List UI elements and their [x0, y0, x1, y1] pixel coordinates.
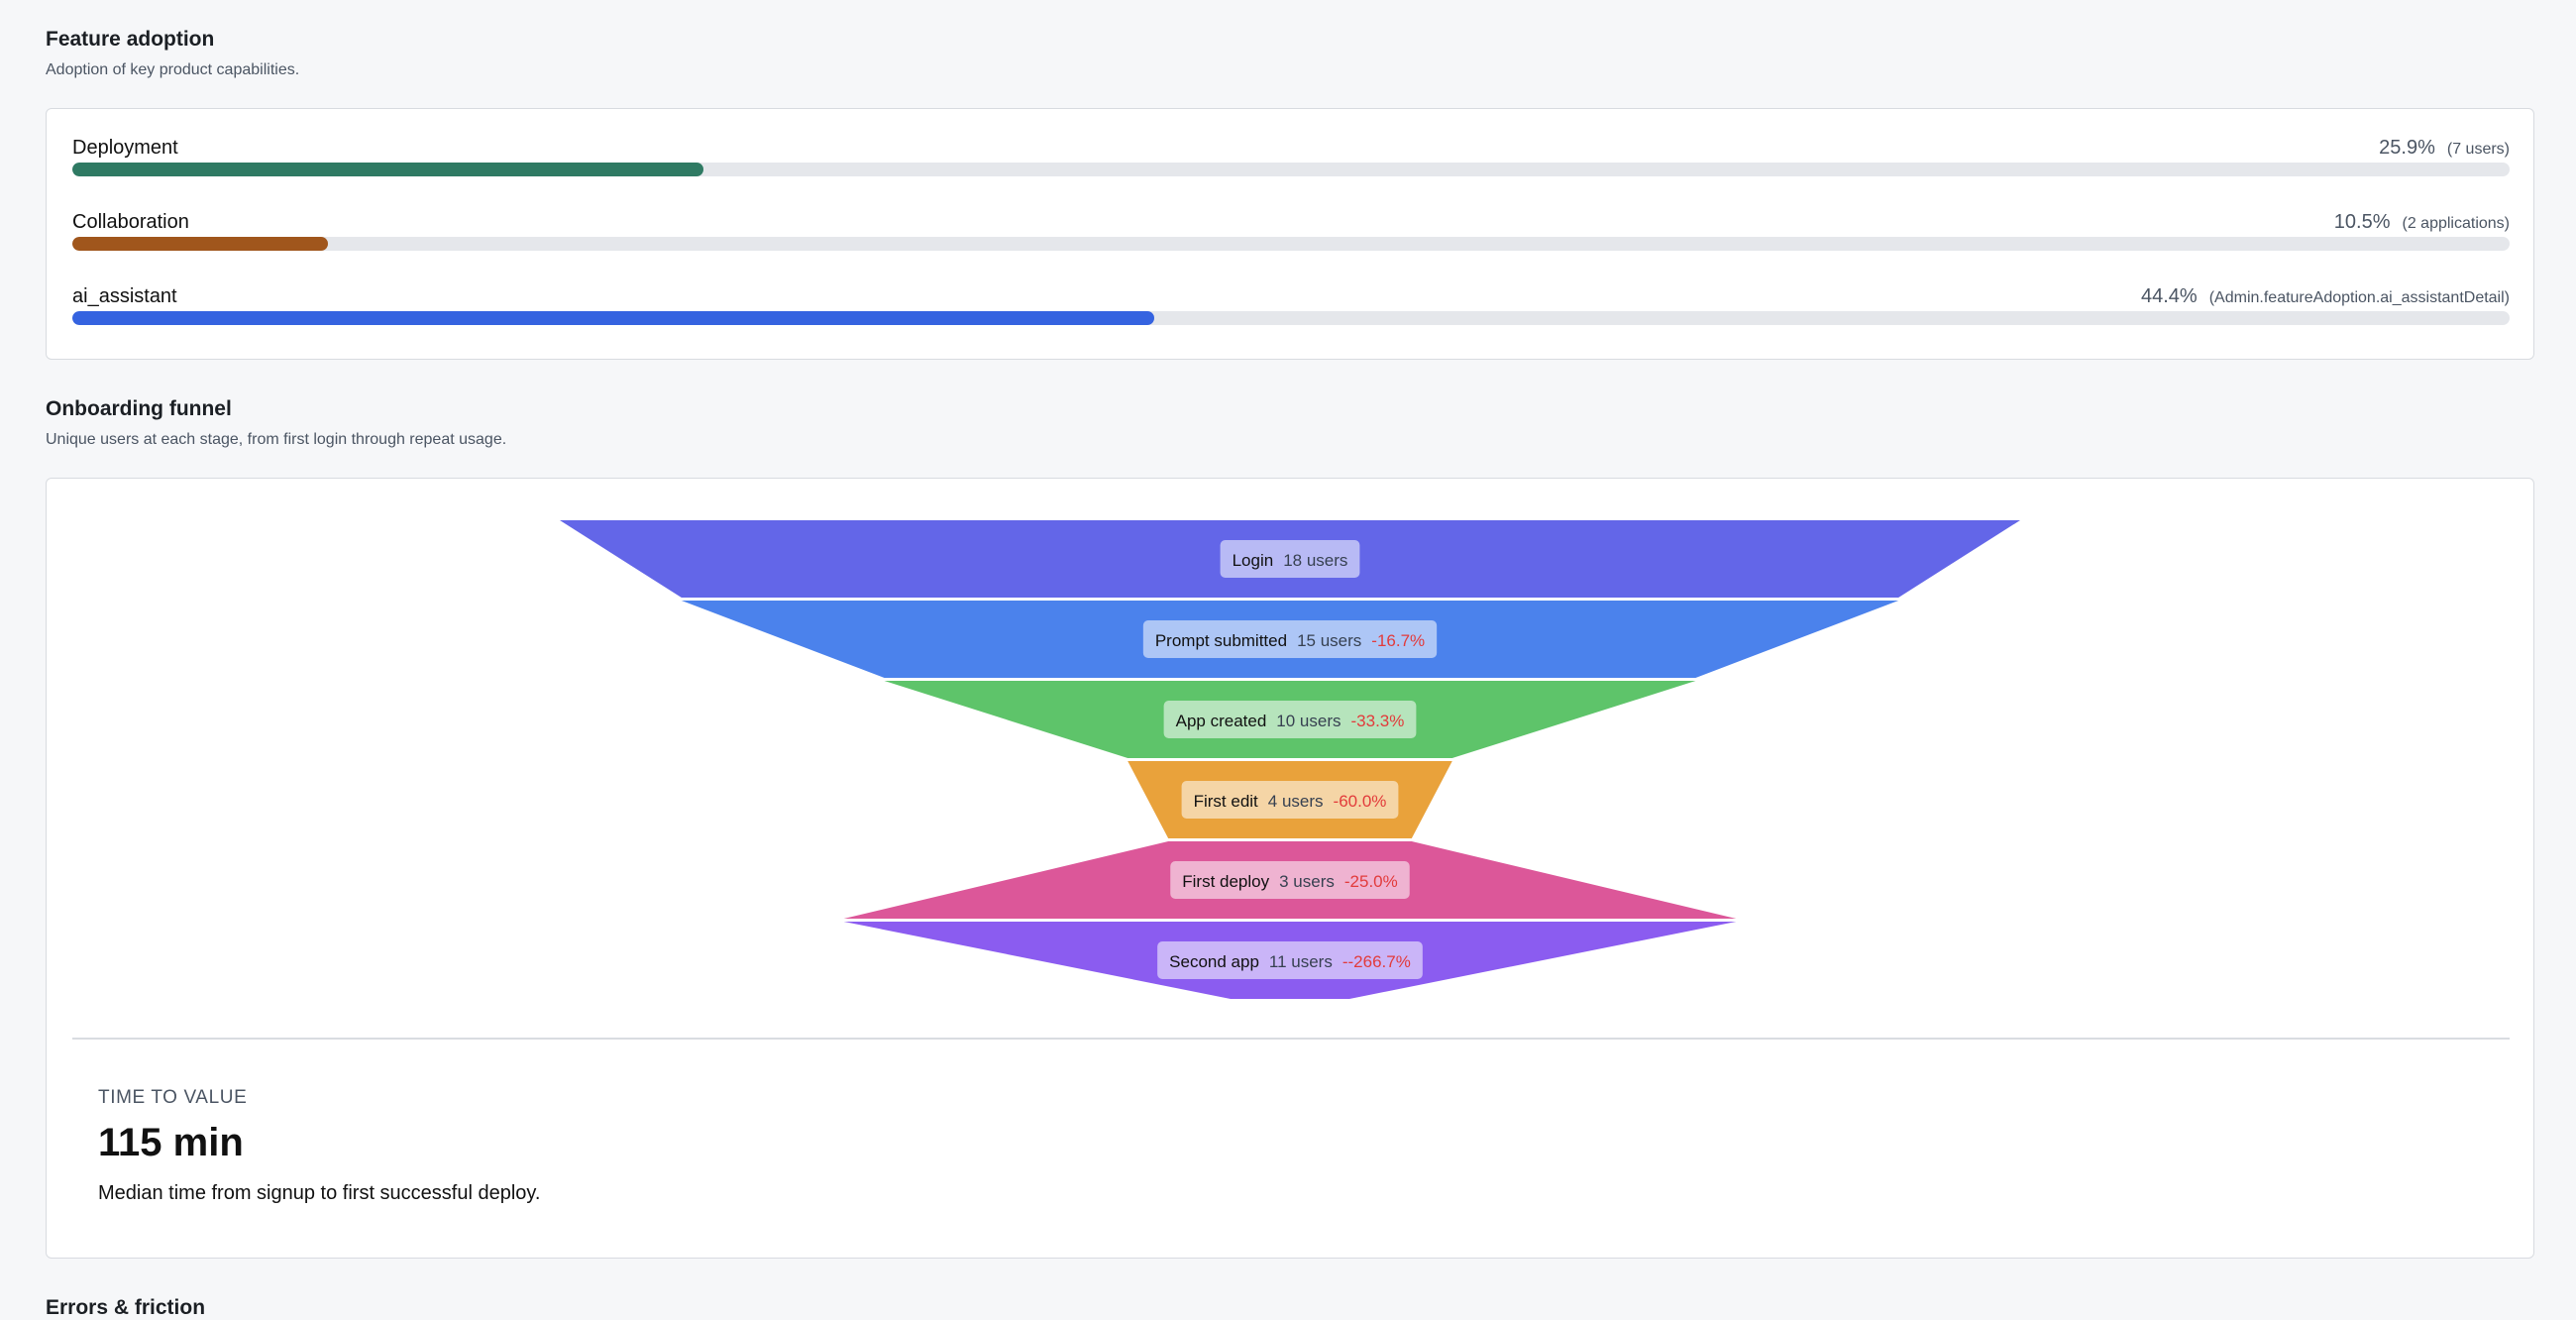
onboarding-funnel-subtitle: Unique users at each stage, from first l…	[46, 431, 507, 448]
adoption-detail: (2 applications)	[2402, 215, 2511, 232]
adoption-percent: 25.9%	[2379, 137, 2435, 159]
funnel-stage-change: --266.7%	[1342, 952, 1411, 971]
funnel-stage-name: First deploy	[1182, 872, 1269, 891]
funnel-stage-change: -16.7%	[1371, 631, 1425, 650]
adoption-stats: 25.9% (7 users)	[2379, 137, 2510, 160]
feature-adoption-subtitle: Adoption of key product capabilities.	[46, 61, 300, 78]
adoption-progress-track	[72, 311, 2510, 325]
funnel-stage-name: Prompt submitted	[1155, 631, 1287, 650]
adoption-progress-fill	[72, 311, 1155, 325]
feature-adoption-title: Feature adoption	[46, 28, 215, 51]
funnel-stage-name: Second app	[1169, 952, 1259, 971]
funnel-stage-label: Login 18 users	[1220, 540, 1360, 578]
errors-friction-title: Errors & friction	[46, 1296, 206, 1319]
adoption-row-collaboration: Collaboration 10.5% (2 applications)	[72, 211, 2510, 271]
funnel-stage-label: Second app 11 users --266.7%	[1157, 941, 1423, 979]
funnel-stage-change: -25.0%	[1344, 872, 1398, 891]
funnel-chart: Login 18 users Prompt submitted 15 users -16…	[560, 520, 2020, 999]
adoption-stats: 10.5% (2 applications)	[2334, 211, 2510, 234]
adoption-detail: (7 users)	[2446, 141, 2510, 158]
onboarding-funnel-title: Onboarding funnel	[46, 397, 232, 420]
adoption-percent: 44.4%	[2141, 285, 2198, 307]
adoption-name: Collaboration	[72, 211, 189, 233]
funnel-stage-label: App created 10 users -33.3%	[1163, 701, 1417, 738]
funnel-stage-change: -33.3%	[1351, 712, 1405, 730]
funnel-stage-name: Login	[1233, 551, 1274, 570]
divider	[72, 1038, 2510, 1040]
adoption-name: Deployment	[72, 137, 178, 159]
adoption-percent: 10.5%	[2333, 211, 2391, 233]
adoption-progress-fill	[72, 237, 329, 251]
adoption-progress-fill	[72, 163, 704, 176]
time-to-value-value: 115 min	[98, 1121, 244, 1164]
onboarding-funnel-card: Login 18 users Prompt submitted 15 users -16…	[46, 478, 2534, 1259]
adoption-row-ai-assistant: ai_assistant 44.4% (Admin.featureAdoptio…	[72, 285, 2510, 345]
funnel-stage-users: 15 users	[1297, 631, 1361, 650]
funnel-stage-name: App created	[1176, 712, 1267, 730]
funnel-stage-users: 4 users	[1268, 792, 1324, 811]
funnel-stage-users: 18 users	[1283, 551, 1347, 570]
adoption-name: ai_assistant	[72, 285, 177, 307]
time-to-value-description: Median time from signup to first success…	[98, 1182, 541, 1204]
funnel-stage-users: 11 users	[1269, 952, 1333, 971]
funnel-stage-label: First deploy 3 users -25.0%	[1170, 861, 1410, 899]
adoption-detail: (Admin.featureAdoption.ai_assistantDetai…	[2208, 289, 2510, 306]
funnel-stage-users: 3 users	[1279, 872, 1335, 891]
funnel-stage-change: -60.0%	[1334, 792, 1387, 811]
funnel-stage-label: First edit 4 users -60.0%	[1181, 781, 1399, 819]
time-to-value-label: TIME TO VALUE	[98, 1087, 248, 1108]
feature-adoption-card: Deployment 25.9% (7 users) Collaboration…	[46, 108, 2534, 360]
funnel-stage-name: First edit	[1194, 792, 1258, 811]
adoption-progress-track	[72, 237, 2510, 251]
funnel-stage-users: 10 users	[1276, 712, 1341, 730]
adoption-progress-track	[72, 163, 2510, 176]
adoption-row-deployment: Deployment 25.9% (7 users)	[72, 137, 2510, 196]
funnel-stage-label: Prompt submitted 15 users -16.7%	[1142, 620, 1438, 658]
adoption-stats: 44.4% (Admin.featureAdoption.ai_assistan…	[2141, 285, 2510, 308]
